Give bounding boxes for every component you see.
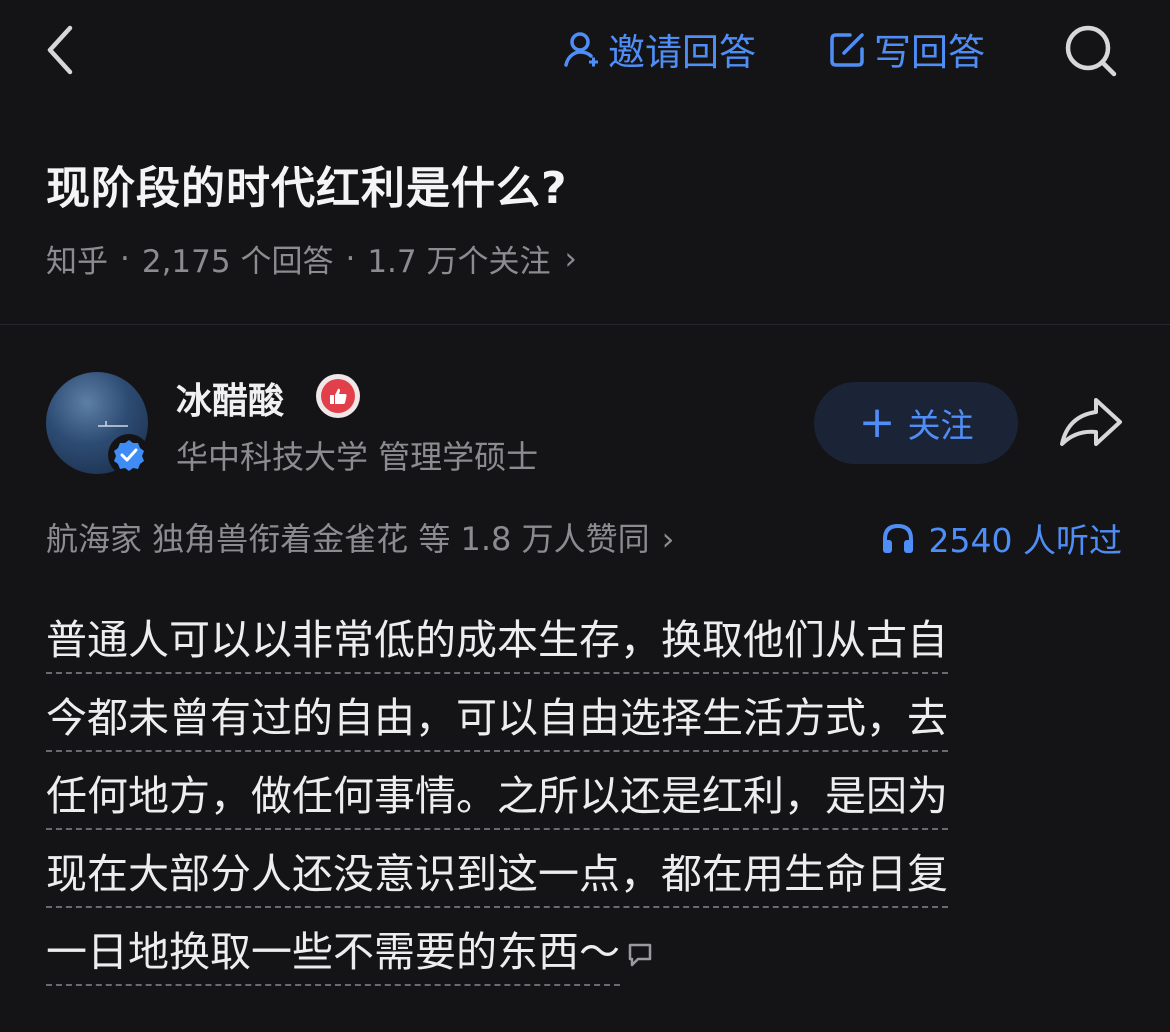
follow-label: 关注 xyxy=(907,406,974,445)
search-button[interactable] xyxy=(1060,22,1122,80)
person-icon xyxy=(564,32,598,67)
chevron-left-icon xyxy=(47,25,73,75)
verified-badge xyxy=(108,434,150,476)
headphones-icon xyxy=(882,523,913,553)
follow-button[interactable]: + 关注 xyxy=(814,382,1018,464)
author-name[interactable]: 冰醋酸 xyxy=(176,372,284,424)
share-button[interactable] xyxy=(1058,396,1124,450)
content-line: 一日地换取一些不需要的东西～ xyxy=(46,918,1108,996)
edit-icon xyxy=(830,33,864,67)
plus-icon: + xyxy=(858,397,896,448)
answer-content[interactable]: 普通人可以以非常低的成本生存，换取他们从古自 今都未曾有过的自由，可以自由选择生… xyxy=(46,606,1108,996)
listen-count[interactable]: 2540 人听过 xyxy=(881,514,1122,562)
follower-count: 1.7 万个关注 xyxy=(367,244,551,280)
source-label: 知乎 xyxy=(46,244,108,280)
answer-count: 2,175 个回答 xyxy=(141,244,334,280)
content-line: 普通人可以以非常低的成本生存，换取他们从古自 xyxy=(46,606,1108,684)
avatar[interactable] xyxy=(46,372,150,476)
write-answer-button[interactable]: 写回答 xyxy=(828,24,985,74)
top-bar: 邀请回答 写回答 xyxy=(0,0,1170,100)
content-line: 今都未曾有过的自由，可以自由选择生活方式，去 xyxy=(46,684,1108,762)
content-line: 现在大部分人还没意识到这一点，都在用生命日复 xyxy=(46,840,1108,918)
question-meta[interactable]: 知乎 · 2,175 个回答 · 1.7 万个关注 › xyxy=(46,236,577,281)
listen-count-text: 2540 人听过 xyxy=(928,521,1122,560)
chevron-right-icon: › xyxy=(564,240,577,277)
verified-icon xyxy=(114,440,144,471)
approval-text: 航海家 独角兽衔着金雀花 等 1.8 万人赞同 xyxy=(46,520,650,558)
author-description: 华中科技大学 管理学硕士 xyxy=(176,438,539,476)
invite-answer-button[interactable]: 邀请回答 xyxy=(562,24,756,74)
chevron-right-icon: › xyxy=(661,520,675,558)
write-answer-label: 写回答 xyxy=(874,31,985,74)
boat-icon xyxy=(98,421,128,427)
share-icon xyxy=(1060,398,1122,446)
author-badge xyxy=(316,374,360,418)
back-button[interactable] xyxy=(40,22,90,78)
approval-summary[interactable]: 航海家 独角兽衔着金雀花 等 1.8 万人赞同 › xyxy=(46,514,674,560)
thumbs-up-icon xyxy=(321,379,355,413)
separator: · xyxy=(345,240,356,277)
invite-answer-label: 邀请回答 xyxy=(608,31,756,74)
question-title[interactable]: 现阶段的时代红利是什么? xyxy=(46,152,568,216)
search-icon xyxy=(1065,25,1117,77)
divider xyxy=(0,324,1170,325)
comment-icon[interactable] xyxy=(626,941,654,969)
separator: · xyxy=(120,240,130,277)
content-line: 任何地方，做任何事情。之所以还是红利，是因为 xyxy=(46,762,1108,840)
